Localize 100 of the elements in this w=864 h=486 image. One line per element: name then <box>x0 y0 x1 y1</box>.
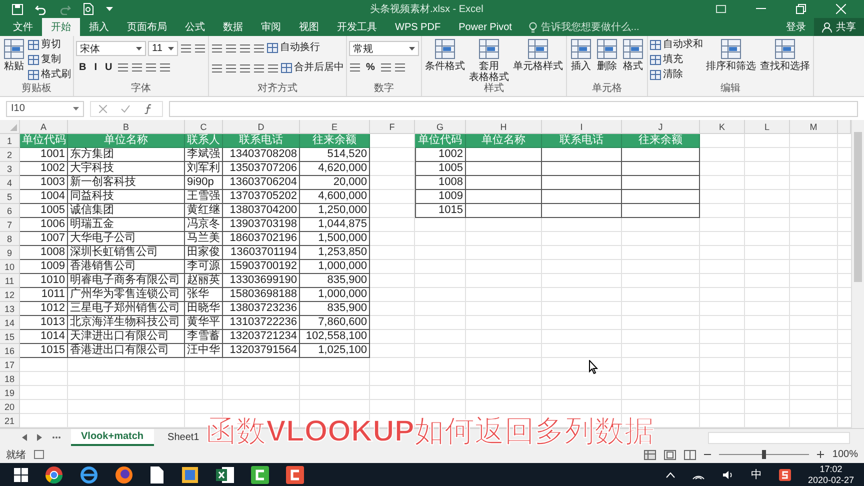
page-layout-icon[interactable] <box>664 450 676 460</box>
format-button[interactable]: I <box>91 62 100 73</box>
lines-icon[interactable] <box>349 62 361 73</box>
row-header[interactable]: 7 <box>0 218 20 232</box>
lines-icon[interactable] <box>225 42 237 54</box>
undo-icon[interactable] <box>35 4 47 14</box>
more-icon[interactable] <box>52 436 61 439</box>
row-header[interactable]: 18 <box>0 372 20 386</box>
function-icon[interactable] <box>144 104 154 114</box>
lines-icon[interactable] <box>117 62 130 73</box>
c-letter-icon[interactable] <box>251 466 269 484</box>
lines-icon[interactable] <box>394 62 406 73</box>
name-box[interactable]: I10 <box>6 100 84 116</box>
lines-icon[interactable] <box>211 62 223 74</box>
fox-browser-icon[interactable] <box>115 466 133 484</box>
windows-icon[interactable] <box>14 468 28 482</box>
horizontal-scrollbar[interactable] <box>708 432 850 444</box>
ribbon-tab[interactable]: WPS PDF <box>386 18 450 36</box>
ribbon-button[interactable]: 自动求和 <box>650 38 703 52</box>
format-dropdown[interactable]: 宋体 <box>76 41 146 56</box>
column-header[interactable]: D <box>223 120 300 134</box>
format-button[interactable]: B <box>76 62 90 73</box>
ribbon-button[interactable]: 条件格式 <box>424 38 466 72</box>
ribbon-display-icon[interactable] <box>716 5 726 13</box>
row-header[interactable]: 11 <box>0 274 20 288</box>
lines-icon[interactable] <box>253 42 265 54</box>
lines-icon[interactable] <box>194 43 206 54</box>
column-header[interactable]: G <box>415 120 466 134</box>
row-header[interactable]: 9 <box>0 246 20 260</box>
ribbon-tab[interactable]: 公式 <box>176 18 214 36</box>
scroll-left-icon[interactable] <box>22 434 27 441</box>
share-button[interactable]: 共享 <box>814 18 864 36</box>
row-header[interactable]: 5 <box>0 190 20 204</box>
ribbon-button[interactable]: 格式 <box>621 38 645 72</box>
ribbon-button[interactable]: 单元格样式 <box>512 38 564 72</box>
s-letter-icon[interactable] <box>778 468 791 480</box>
ribbon-button[interactable]: 剪切 <box>28 38 71 52</box>
column-header[interactable]: E <box>300 120 370 134</box>
zoom-in-icon[interactable] <box>817 451 824 458</box>
clock-date[interactable]: 2020-02-27 <box>808 474 854 486</box>
lines-icon[interactable] <box>380 62 392 73</box>
ribbon-button[interactable]: 自动换行 <box>267 41 320 55</box>
row-header[interactable]: 2 <box>0 148 20 162</box>
ribbon-button[interactable]: 删除 <box>595 38 619 72</box>
column-header[interactable]: J <box>622 120 700 134</box>
row-header[interactable]: 17 <box>0 358 20 372</box>
formula-field[interactable] <box>169 100 858 116</box>
browser-icon[interactable] <box>45 466 63 484</box>
column-header[interactable]: B <box>68 120 185 134</box>
lines-icon[interactable] <box>131 62 144 73</box>
sheet-tab[interactable]: Sheet1 <box>164 429 204 446</box>
zoom-slider-thumb[interactable] <box>762 450 766 459</box>
row-header[interactable]: 14 <box>0 316 20 330</box>
macro-record-icon[interactable] <box>34 450 44 459</box>
column-header[interactable]: F <box>370 120 415 134</box>
row-header[interactable]: 13 <box>0 302 20 316</box>
scroll-right-icon[interactable] <box>37 434 42 441</box>
row-header[interactable]: 4 <box>0 176 20 190</box>
ribbon-tab[interactable]: 开发工具 <box>328 18 386 36</box>
letter-e-icon[interactable] <box>80 466 98 484</box>
lines-icon[interactable] <box>145 62 158 73</box>
minimize-icon[interactable] <box>756 8 766 10</box>
print-preview-icon[interactable] <box>83 3 94 15</box>
lines-icon[interactable] <box>211 42 223 54</box>
check-icon[interactable] <box>121 104 130 112</box>
format-button[interactable]: U <box>102 62 116 73</box>
row-header[interactable]: 3 <box>0 162 20 176</box>
save-icon[interactable] <box>12 4 23 14</box>
chevron-up-icon[interactable] <box>666 472 675 478</box>
size-dropdown[interactable]: 11 <box>148 41 178 56</box>
row-header[interactable]: 15 <box>0 330 20 344</box>
ribbon-tab[interactable]: 开始 <box>42 18 80 36</box>
ribbon-tab[interactable]: Power Pivot <box>450 18 521 36</box>
close-icon[interactable] <box>836 4 846 14</box>
ribbon-button[interactable]: 套用 表格格式 <box>468 38 510 83</box>
column-header[interactable]: A <box>20 120 68 134</box>
row-header[interactable]: 21 <box>0 414 20 428</box>
column-header[interactable]: L <box>745 120 790 134</box>
vertical-scrollbar[interactable] <box>851 120 864 428</box>
dropdown-icon[interactable] <box>106 6 113 12</box>
zoom-out-icon[interactable] <box>704 451 712 458</box>
sheet-tab[interactable]: Vlook+match <box>71 429 154 446</box>
ribbon-button[interactable]: 填充 <box>650 53 703 67</box>
row-header[interactable]: 16 <box>0 344 20 358</box>
login-link[interactable]: 登录 <box>778 18 814 36</box>
ribbon-tab[interactable]: 视图 <box>290 18 328 36</box>
column-header[interactable]: M <box>790 120 838 134</box>
row-header[interactable]: 20 <box>0 400 20 414</box>
ribbon-button[interactable]: 清除 <box>650 68 703 82</box>
lines-icon[interactable] <box>180 43 192 54</box>
ribbon-button[interactable]: 查找和选择 <box>759 38 811 72</box>
ribbon-button[interactable]: 粘贴 <box>2 38 26 72</box>
input-method-indicator[interactable]: 中 <box>750 467 762 482</box>
column-header[interactable]: C <box>185 120 223 134</box>
tell-me-field[interactable]: 告诉我您想要做什么... <box>528 18 671 36</box>
lines-icon[interactable] <box>239 62 251 74</box>
column-header[interactable]: K <box>700 120 745 134</box>
lines-icon[interactable] <box>159 62 172 73</box>
ribbon-tab[interactable]: 插入 <box>80 18 118 36</box>
window-stack-icon[interactable] <box>181 466 199 484</box>
